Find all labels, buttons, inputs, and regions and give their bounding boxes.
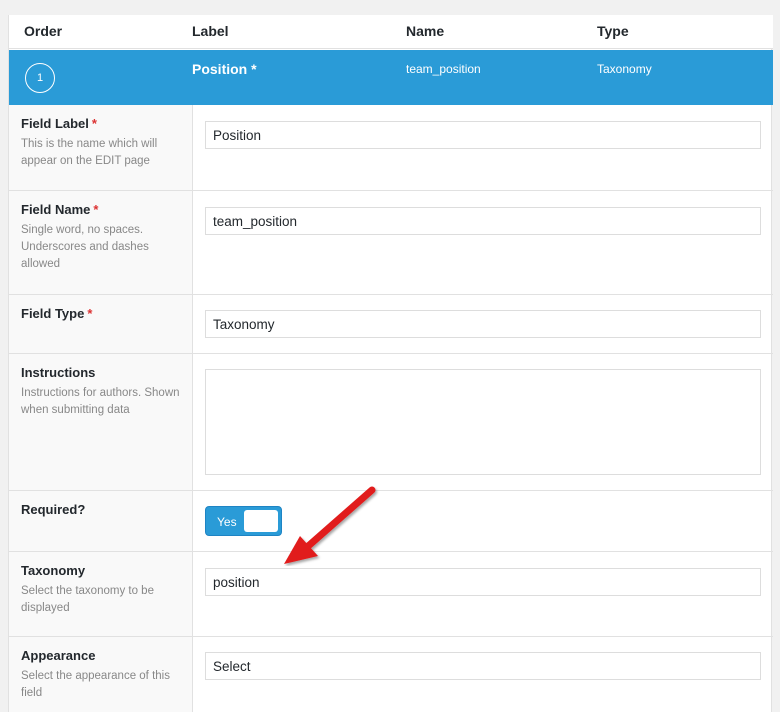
row-label-cell: Required?	[9, 491, 193, 551]
header-type: Type	[597, 23, 629, 39]
field-label-title: Field Label	[21, 116, 89, 131]
order-handle[interactable]: 1	[25, 63, 55, 93]
field-bar-label[interactable]: Position *	[192, 61, 257, 77]
appearance-select[interactable]: Select	[205, 652, 761, 680]
required-toggle[interactable]: Yes	[205, 506, 282, 536]
row-label-cell: Field Label * This is the name which will…	[9, 105, 193, 190]
row-label-cell: Field Name * Single word, no spaces. Unde…	[9, 191, 193, 294]
header-label: Label	[192, 23, 229, 39]
field-type-title: Field Type	[21, 306, 85, 321]
row-field-type: Field Type * Taxonomy	[9, 295, 773, 354]
field-bar-name: team_position	[406, 62, 481, 76]
required-asterisk: *	[87, 306, 93, 321]
field-type-select[interactable]: Taxonomy	[205, 310, 761, 338]
row-label-cell: Taxonomy Select the taxonomy to be displ…	[9, 552, 193, 636]
red-arrow-icon	[284, 486, 376, 564]
fields-table-header: Order Label Name Type	[9, 15, 773, 49]
field-label-input[interactable]: Position	[205, 121, 761, 149]
instructions-title: Instructions	[21, 365, 96, 380]
toggle-knob[interactable]	[244, 510, 278, 532]
row-label-cell: Appearance Select the appearance of this…	[9, 637, 193, 712]
instructions-textarea[interactable]	[205, 369, 761, 475]
field-name-description: Single word, no spaces. Underscores and …	[21, 224, 149, 270]
row-label-cell: Field Type *	[9, 295, 193, 353]
taxonomy-title: Taxonomy	[21, 563, 86, 578]
row-taxonomy: Taxonomy Select the taxonomy to be displ…	[9, 552, 773, 637]
field-bar-type: Taxonomy	[597, 62, 652, 76]
row-instructions: Instructions Instructions for authors. S…	[9, 354, 773, 491]
row-field-name: Field Name * Single word, no spaces. Unde…	[9, 191, 773, 295]
field-row-active[interactable]: 1 Position * team_position Taxonomy	[9, 50, 773, 105]
row-required: Required? Yes	[9, 491, 773, 552]
field-editor-panel: Order Label Name Type 1 Position * team_…	[8, 15, 773, 712]
toggle-label: Yes	[217, 515, 237, 529]
field-label-description: This is the name which will appear on th…	[21, 138, 158, 167]
field-name-title: Field Name	[21, 202, 91, 217]
appearance-title: Appearance	[21, 648, 96, 663]
row-appearance: Appearance Select the appearance of this…	[9, 637, 773, 712]
header-name: Name	[406, 23, 445, 39]
required-asterisk: *	[93, 202, 99, 217]
field-name-input[interactable]: team_position	[205, 207, 761, 235]
required-title: Required?	[21, 502, 86, 517]
taxonomy-input[interactable]: position	[205, 568, 761, 596]
row-field-label: Field Label * This is the name which will…	[9, 105, 773, 191]
appearance-description: Select the appearance of this field	[21, 670, 170, 699]
header-order: Order	[24, 23, 63, 39]
row-label-cell: Instructions Instructions for authors. S…	[9, 354, 193, 490]
taxonomy-description: Select the taxonomy to be displayed	[21, 585, 154, 614]
required-asterisk: *	[91, 116, 97, 131]
instructions-description: Instructions for authors. Shown when sub…	[21, 387, 180, 416]
